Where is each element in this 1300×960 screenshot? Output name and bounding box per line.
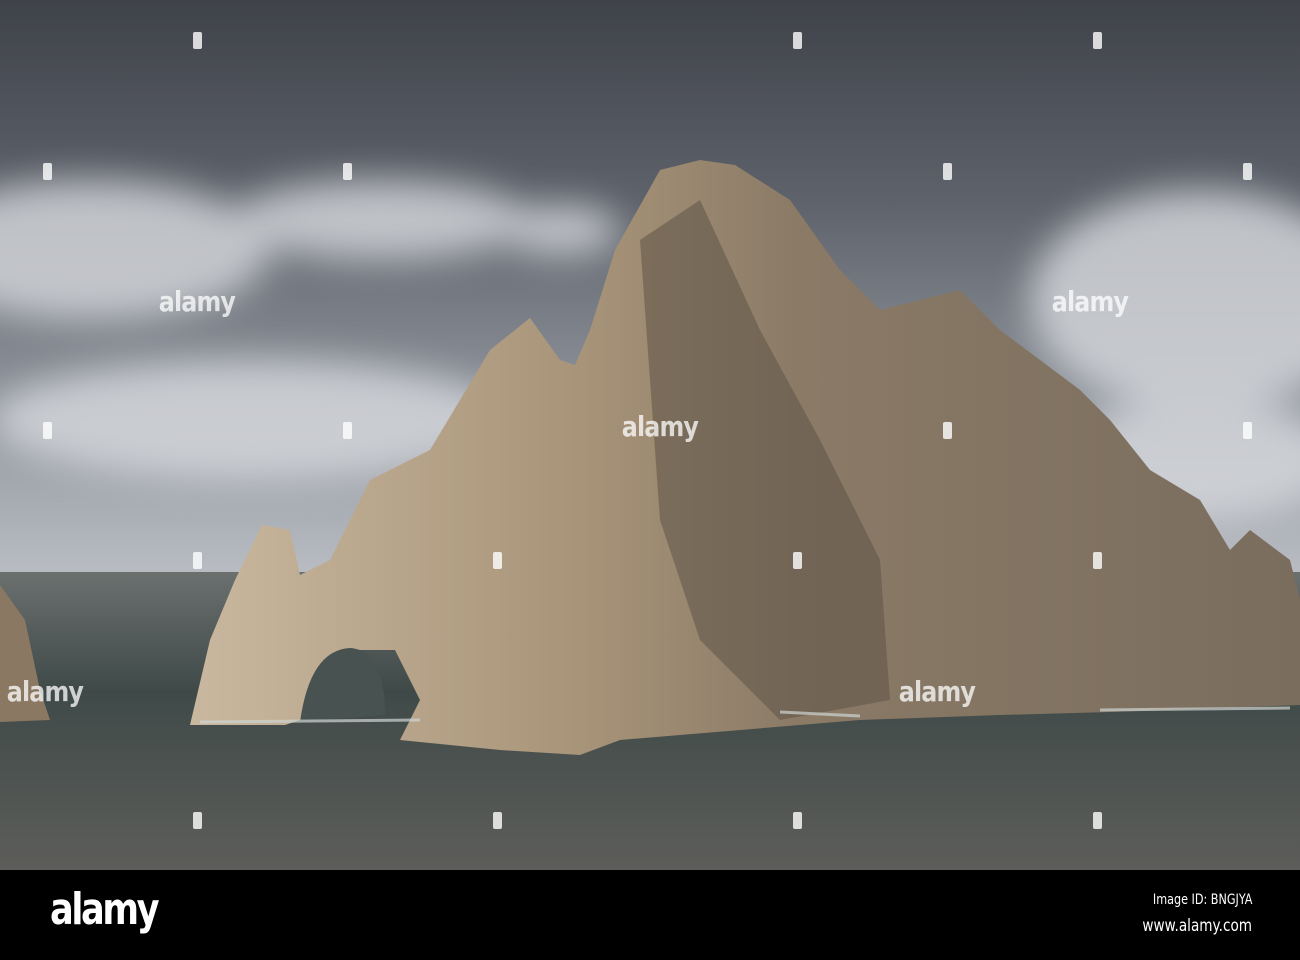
footer-bar: alamy Image ID: BNGJYA www.alamy.com (0, 870, 1300, 960)
watermark-mark (1093, 812, 1102, 829)
watermark-mark (193, 32, 202, 49)
watermark-mark (343, 163, 352, 180)
watermark-mark (493, 552, 502, 569)
watermark: alamy (621, 410, 699, 443)
watermark: alamy (6, 675, 84, 708)
watermark-mark (793, 32, 802, 49)
watermark: alamy (898, 675, 976, 708)
watermark-mark (1243, 163, 1252, 180)
watermark-mark (493, 812, 502, 829)
watermark-mark (1243, 422, 1252, 439)
watermark-mark (1093, 552, 1102, 569)
watermark: alamy (1051, 285, 1129, 318)
watermark-mark (43, 422, 52, 439)
watermark: alamy (158, 285, 236, 318)
watermark-mark (193, 812, 202, 829)
watermark-mark (343, 422, 352, 439)
watermark-mark (43, 163, 52, 180)
watermark-mark (793, 552, 802, 569)
image-id: Image ID: BNGJYA (1152, 892, 1252, 908)
site-url[interactable]: www.alamy.com (1142, 916, 1252, 936)
watermark-mark (1093, 32, 1102, 49)
watermark-mark (943, 163, 952, 180)
watermark-mark (193, 552, 202, 569)
watermark-mark (943, 422, 952, 439)
watermark-mark (793, 812, 802, 829)
alamy-logo: alamy (50, 884, 160, 935)
